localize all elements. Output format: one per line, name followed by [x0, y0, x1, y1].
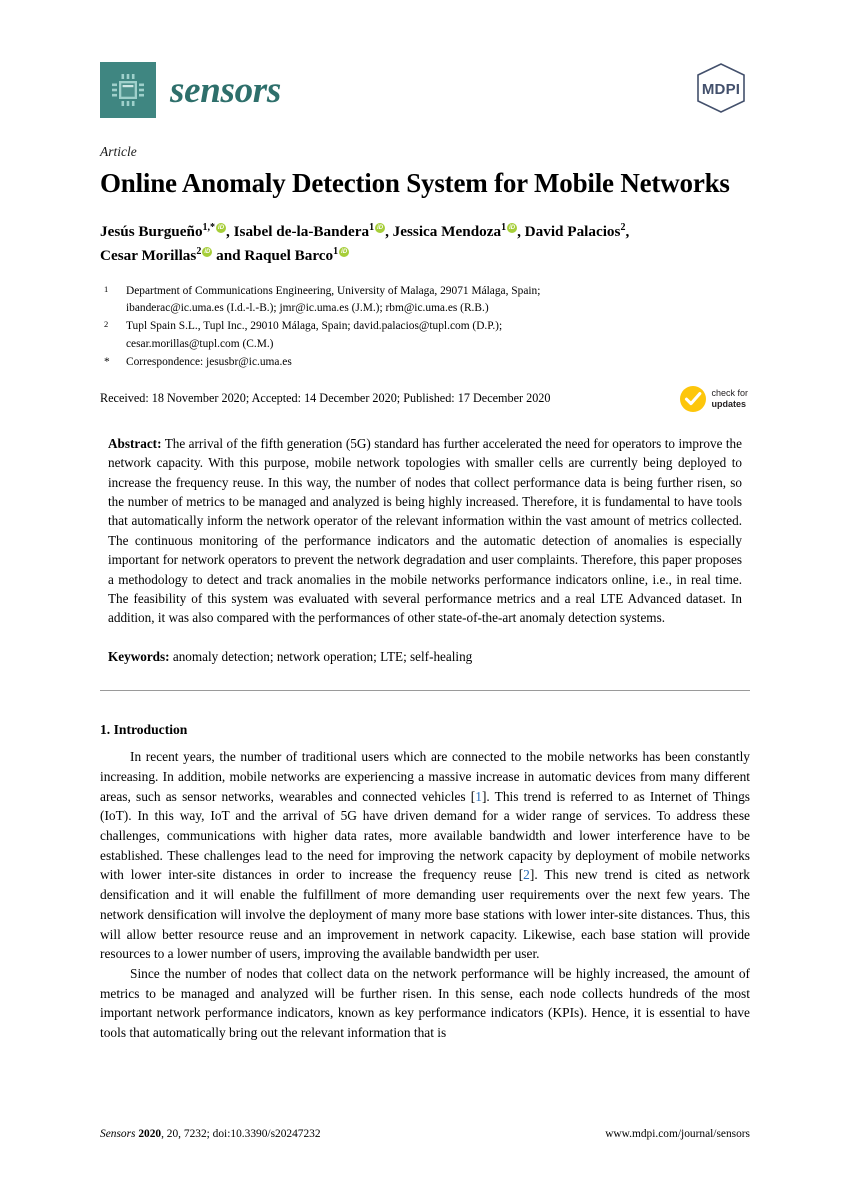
check-mark-icon — [680, 385, 707, 412]
author-separator: , — [385, 223, 393, 240]
keywords-text: anomaly detection; network operation; LT… — [172, 648, 473, 664]
author-entry[interactable]: Jessica Mendoza1 — [392, 221, 518, 240]
check-for-updates-label: check for updates — [711, 388, 748, 410]
svg-text:MDPI: MDPI — [702, 81, 740, 98]
orcid-icon[interactable] — [507, 223, 518, 233]
footer-url[interactable]: www.mdpi.com/journal/sensors — [605, 1128, 750, 1140]
orcid-icon[interactable] — [202, 246, 213, 257]
mdpi-logo: MDPI — [692, 62, 750, 114]
author-separator: and — [212, 246, 245, 264]
author-affiliation-marker: 1 — [501, 221, 507, 233]
affiliation-text: Tupl Spain S.L., Tupl Inc., 29010 Málaga… — [126, 318, 750, 352]
check-for-updates-badge[interactable]: check for updates — [680, 385, 748, 412]
affiliation-line: Tupl Spain S.L., Tupl Inc., 29010 Málaga… — [126, 320, 503, 333]
article-type-label: Article — [100, 144, 137, 159]
abstract-block: Abstract: The arrival of the fifth gener… — [100, 434, 750, 628]
author-affiliation-marker: 1,* — [202, 221, 216, 233]
author-line-1: Jesús Burgueño1,*, Isabel de-la-Bandera1… — [100, 220, 750, 244]
author-affiliation-marker: 1 — [369, 221, 375, 233]
author-affiliation-marker: 1 — [333, 245, 339, 257]
footer-volume-doi: , 20, 7232; doi:10.3390/s20247232 — [161, 1128, 321, 1140]
author-name: Jesús Burgueño — [100, 223, 203, 240]
affiliation-item: 2 Tupl Spain S.L., Tupl Inc., 29010 Mála… — [100, 318, 750, 352]
masthead: sensors MDPI — [100, 62, 750, 126]
affiliation-marker: 1 — [104, 284, 109, 295]
author-name: David Palacios — [524, 223, 621, 240]
orcid-icon[interactable] — [375, 223, 386, 233]
author-separator: , — [226, 223, 234, 240]
affiliation-marker: 2 — [104, 319, 109, 330]
correspondence-marker: * — [104, 355, 110, 368]
footer-journal: Sensors — [100, 1128, 136, 1140]
correspondence-text: Correspondence: jesusbr@ic.uma.es — [126, 354, 750, 371]
author-name: Jessica Mendoza — [392, 223, 502, 240]
affiliation-line: ibanderac@ic.uma.es (I.d.-l.-B.); jmr@ic… — [126, 302, 489, 315]
journal-brand: sensors — [100, 62, 281, 118]
author-entry[interactable]: Raquel Barco1 — [244, 245, 350, 264]
journal-title: sensors — [170, 69, 281, 111]
citation-link[interactable]: 2 — [523, 867, 530, 882]
keywords-block: Keywords: anomaly detection; network ope… — [100, 647, 750, 666]
author-name: Cesar Morillas — [100, 246, 197, 264]
section-divider — [100, 690, 750, 692]
affiliation-list: 1 Department of Communications Engineeri… — [100, 283, 750, 371]
publication-dates-row: Received: 18 November 2020; Accepted: 14… — [100, 385, 750, 412]
author-entry[interactable]: David Palacios2 — [524, 222, 626, 240]
abstract-label: Abstract: — [108, 435, 162, 451]
footer-citation: Sensors 2020, 20, 7232; doi:10.3390/s202… — [100, 1128, 321, 1140]
paper-page: sensors MDPI Article Online Anomaly Dete… — [0, 0, 850, 1202]
correspondence-item: * Correspondence: jesusbr@ic.uma.es — [100, 354, 750, 371]
author-list: Jesús Burgueño1,*, Isabel de-la-Bandera1… — [100, 220, 750, 267]
orcid-icon[interactable] — [339, 246, 350, 257]
abstract-text: The arrival of the fifth generation (5G)… — [108, 435, 743, 626]
author-name: Isabel de-la-Bandera — [233, 223, 370, 240]
author-entry[interactable]: Jesús Burgueño1,* — [100, 221, 227, 240]
page-footer: Sensors 2020, 20, 7232; doi:10.3390/s202… — [100, 1128, 750, 1140]
author-entry[interactable]: Cesar Morillas2 — [100, 245, 213, 264]
author-entry[interactable]: Isabel de-la-Bandera1 — [233, 221, 386, 240]
affiliation-item: 1 Department of Communications Engineeri… — [100, 283, 750, 317]
cfu-line-1: check for — [711, 387, 748, 398]
author-separator: , — [517, 223, 525, 240]
author-separator: , — [625, 223, 630, 240]
page-content: sensors MDPI Article Online Anomaly Dete… — [100, 62, 750, 1043]
affiliation-line: cesar.morillas@tupl.com (C.M.) — [126, 337, 274, 350]
citation-link[interactable]: 1 — [475, 789, 482, 804]
affiliation-line: Department of Communications Engineering… — [126, 285, 541, 298]
affiliation-text: Department of Communications Engineering… — [126, 283, 750, 317]
paragraph: In recent years, the number of tradition… — [100, 747, 750, 964]
paragraph: Since the number of nodes that collect d… — [100, 965, 750, 1041]
publication-dates: Received: 18 November 2020; Accepted: 14… — [100, 391, 551, 406]
keywords-label: Keywords: — [108, 648, 170, 664]
page-title: Online Anomaly Detection System for Mobi… — [100, 168, 730, 198]
author-name: Raquel Barco — [244, 246, 334, 264]
footer-year: 2020 — [138, 1128, 162, 1140]
author-affiliation-marker: 2 — [196, 245, 202, 257]
orcid-icon[interactable] — [216, 223, 227, 233]
microchip-icon — [100, 62, 156, 118]
section-heading-introduction: 1. Introduction — [100, 722, 188, 738]
correspondence-line[interactable]: Correspondence: jesusbr@ic.uma.es — [126, 354, 750, 371]
cfu-line-2: updates — [711, 398, 746, 409]
author-line-2: Cesar Morillas2 and Raquel Barco1 — [100, 244, 750, 268]
